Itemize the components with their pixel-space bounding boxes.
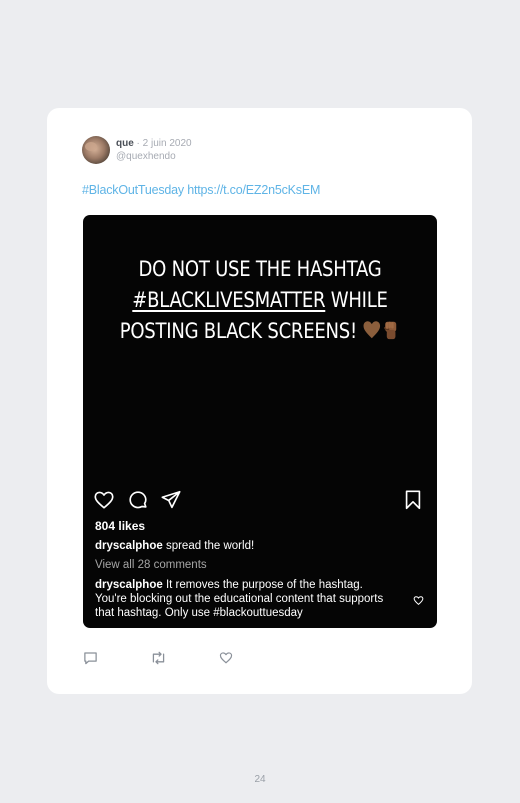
tweet-card: que · 2 juin 2020 @quexhendo #BlackOutTu… (47, 108, 472, 694)
headline-line-2-rest: WHILE (325, 288, 388, 312)
like-icon[interactable] (219, 651, 233, 664)
avatar[interactable] (82, 136, 110, 164)
reply-icon[interactable] (83, 651, 98, 665)
likes-count[interactable]: 804 likes (95, 519, 145, 533)
headline-line-3-text: POSTING BLACK SCREENS! (119, 319, 363, 343)
caption-text: spread the world! (162, 540, 255, 552)
post-comment: dryscalphoe It removes the purpose of th… (95, 578, 395, 620)
view-all-comments-link[interactable]: View all 28 comments (95, 559, 207, 571)
raised-fist-icon (383, 321, 397, 340)
headline-line-3: POSTING BLACK SCREENS! (108, 316, 412, 347)
page-number: 24 (254, 774, 266, 785)
comment-like-icon[interactable] (413, 595, 424, 606)
comment-bubble-icon[interactable] (127, 489, 149, 511)
display-name[interactable]: que (116, 138, 134, 149)
headline-line-2: #BLACKLIVESMATTER WHILE (108, 285, 412, 316)
heart-icon[interactable] (93, 489, 115, 511)
bookmark-icon[interactable] (403, 489, 423, 511)
caption-username[interactable]: dryscalphoe (95, 540, 163, 552)
tweet-text[interactable]: #BlackOutTuesday https://t.co/EZ2n5cKsEM (82, 183, 320, 197)
headline-line-1: DO NOT USE THE HASHTAG (138, 257, 382, 281)
tweet-author[interactable]: que · 2 juin 2020 (116, 138, 192, 149)
share-send-icon[interactable] (160, 489, 182, 511)
post-caption: dryscalphoe spread the world! (95, 540, 254, 552)
tweet-date[interactable]: · 2 juin 2020 (134, 138, 192, 149)
embedded-instagram-post[interactable]: DO NOT USE THE HASHTAG #BLACKLIVESMATTER… (83, 215, 437, 628)
headline-hashtag: #BLACKLIVESMATTER (132, 288, 326, 312)
comment-username[interactable]: dryscalphoe (95, 579, 163, 591)
user-handle[interactable]: @quexhendo (116, 151, 176, 162)
brown-heart-icon (363, 321, 381, 339)
retweet-icon[interactable] (150, 651, 167, 665)
